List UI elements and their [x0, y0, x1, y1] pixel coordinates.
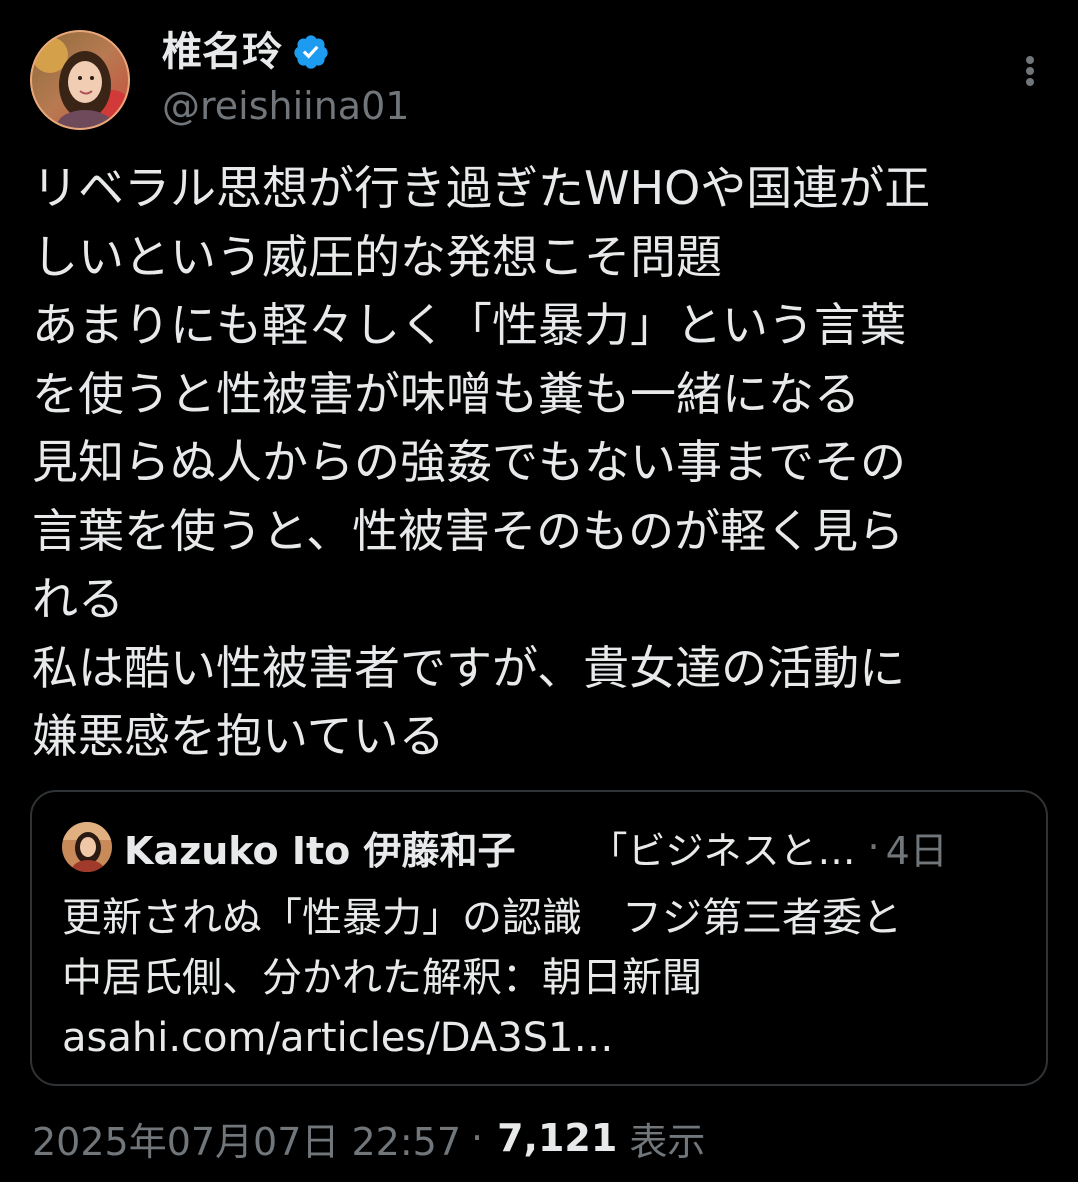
tweet-line: 見知らぬ人からの強姦でもない事までその — [32, 435, 906, 489]
more-dots-icon[interactable] — [1010, 46, 1050, 94]
views-label: 表示 — [629, 1119, 706, 1164]
quoted-separator: · — [867, 825, 880, 869]
quoted-author-name[interactable]: Kazuko Ito 伊藤和子 — [124, 820, 516, 875]
views-count[interactable]: 7,121 — [497, 1116, 617, 1160]
author-avatar-image — [30, 30, 130, 130]
tweet-meta: 2025年07月07日 22:57 · 7,121 表示 — [32, 1110, 705, 1166]
tweet-line: しいという威圧的な発想こそ問題 — [32, 229, 722, 284]
more-dot — [1026, 78, 1034, 86]
tweet-line: 私は酷い性被害者ですが、貴女達の活動に — [32, 640, 906, 695]
quoted-time[interactable]: 4日 — [886, 820, 948, 875]
tweet-header: 椎名玲 @reishiina01 — [0, 0, 1078, 140]
verified-badge-icon — [294, 35, 328, 69]
tweet-line: あまりにも軽々しく「性暴力」という言葉 — [32, 298, 906, 352]
tweet-timestamp[interactable]: 2025年07月07日 22:57 — [32, 1111, 461, 1166]
display-name: 椎名玲 — [162, 29, 282, 75]
quoted-author-avatar-image — [62, 822, 112, 872]
quoted-line: 更新されぬ「性暴力」の認識 フジ第三者委と — [62, 895, 902, 941]
quoted-tweet-text: 更新されぬ「性暴力」の認識 フジ第三者委と 中居氏側、分かれた解釈：朝日新聞 a… — [62, 888, 1022, 1068]
meta-separator: · — [471, 1116, 484, 1160]
more-dot — [1026, 67, 1034, 75]
quoted-line: 中居氏側、分かれた解釈：朝日新聞 — [62, 955, 702, 1001]
tweet-text: リベラル思想が行き過ぎたWHOや国連が正 しいという威圧的な発想こそ問題 あまり… — [32, 154, 1052, 771]
quoted-author-handle[interactable]: 「ビジネスと… — [590, 820, 856, 875]
tweet-line: を使うと性被害が味噌も糞も一緒になる — [32, 366, 860, 421]
display-name-row[interactable]: 椎名玲 — [162, 28, 330, 76]
quoted-link[interactable]: asahi.com/articles/DA3S1… — [62, 1008, 1022, 1068]
tweet-line: 嫌悪感を抱いている — [32, 709, 445, 763]
quoted-author-avatar[interactable] — [62, 822, 112, 872]
more-dot — [1026, 56, 1034, 64]
author-handle[interactable]: @reishiina01 — [162, 82, 409, 130]
tweet-line: 言葉を使うと、性被害そのものが軽く見ら — [32, 503, 905, 558]
tweet-line: れる — [32, 572, 124, 626]
tweet-line: リベラル思想が行き過ぎたWHOや国連が正 — [32, 161, 931, 215]
author-avatar[interactable] — [30, 30, 130, 130]
quoted-author-row: Kazuko Ito 伊藤和子 「ビジネスと… · 4日 — [124, 820, 948, 874]
quoted-tweet-card[interactable]: Kazuko Ito 伊藤和子 「ビジネスと… · 4日 更新されぬ「性暴力」の… — [30, 790, 1048, 1086]
